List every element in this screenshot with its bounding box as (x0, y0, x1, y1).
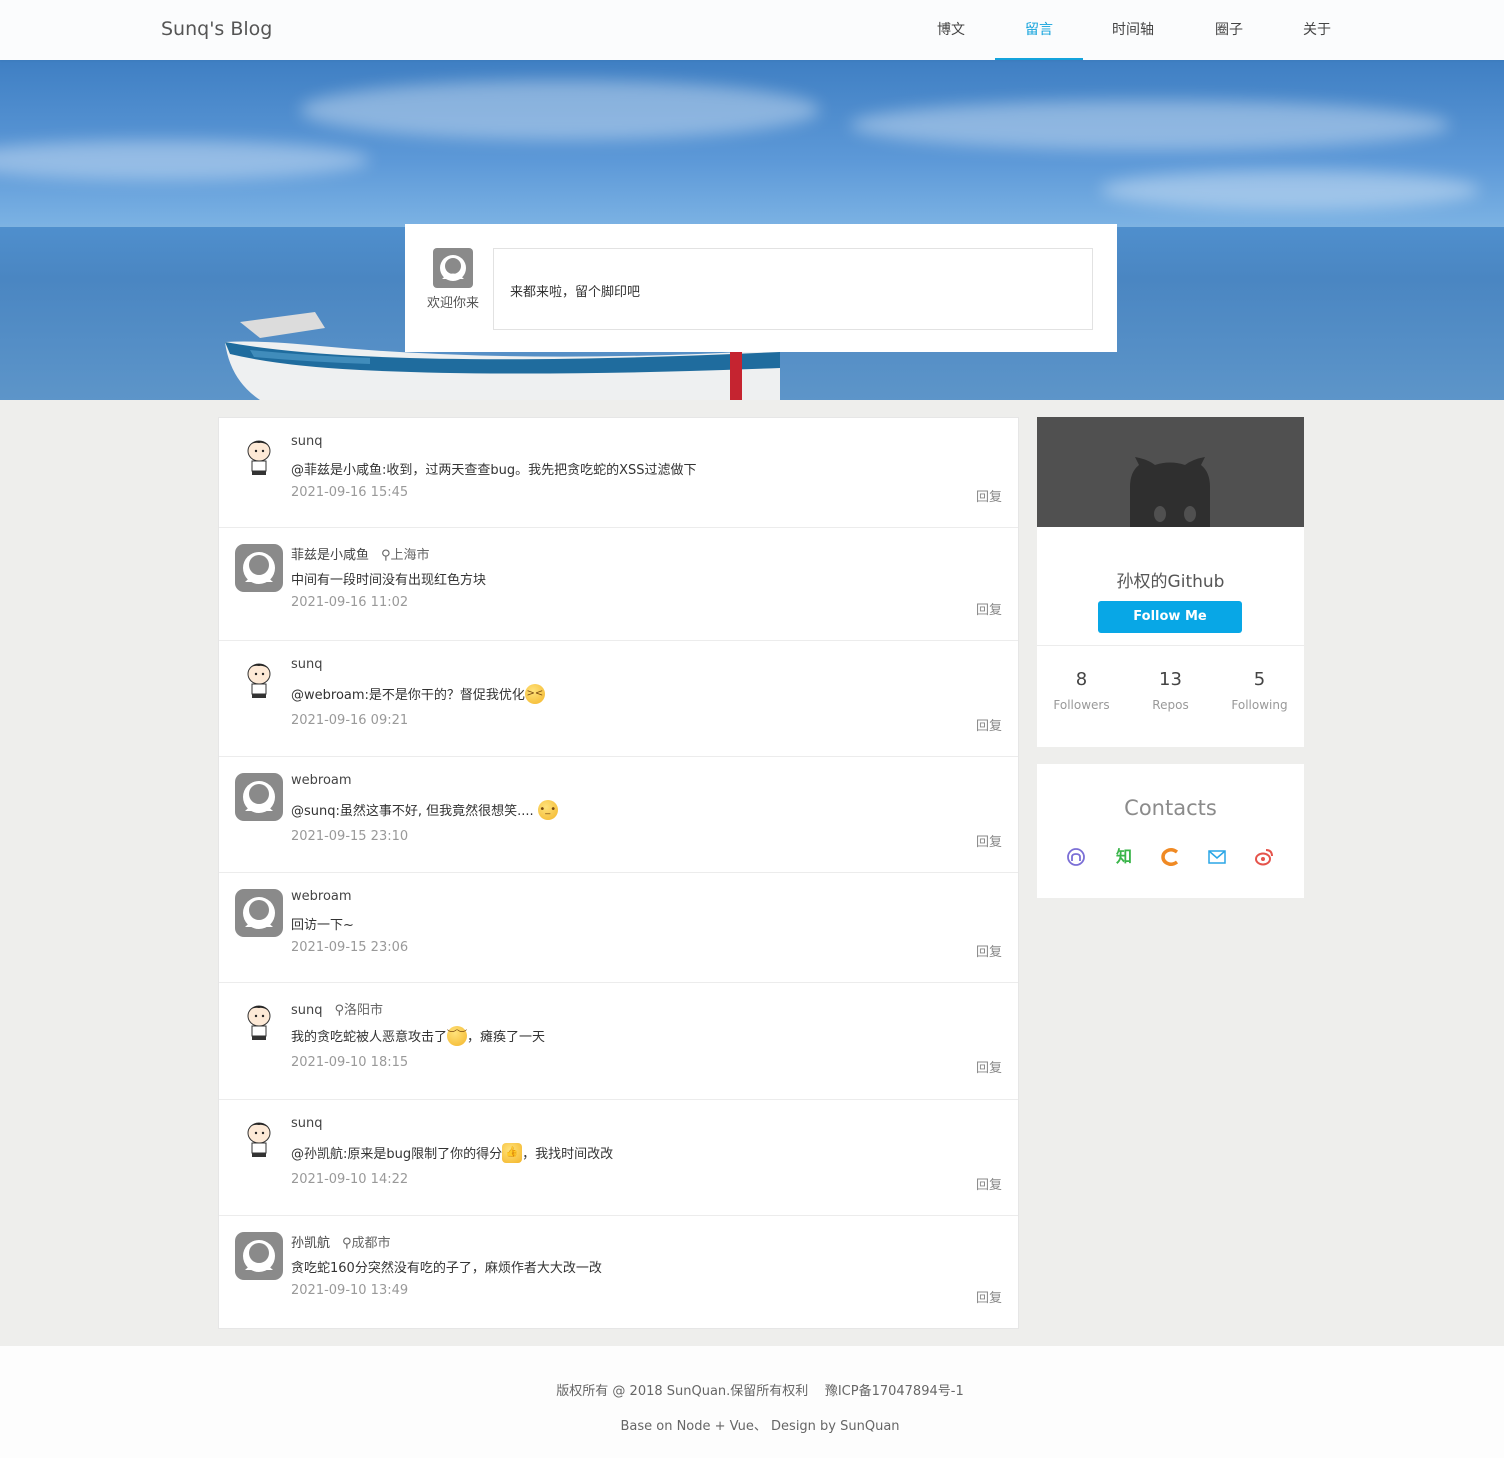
location-pin-icon: ⚲ (334, 1003, 345, 1018)
credit-text: Base on Node + Vue、 Design by SunQuan (620, 1419, 900, 1434)
page-footer: 版权所有 @ 2018 SunQuan.保留所有权利 豫ICP备17047894… (0, 1346, 1504, 1458)
default-avatar (235, 544, 283, 592)
relieved-emoji: ︶︶ (447, 1026, 468, 1046)
stat-label: Followers (1053, 698, 1110, 712)
comment-item: 孙凯航 ⚲成都市 贪吃蛇160分突然没有吃的子了，麻烦作者大大改一改 2021-0… (219, 1216, 1018, 1328)
nav-item-posts[interactable]: 博文 (922, 0, 980, 60)
stat-repos[interactable]: 13 Repos (1126, 669, 1215, 712)
thumbs-up-emoji: 👍 (502, 1143, 523, 1163)
nav-item-guestbook[interactable]: 留言 (995, 0, 1083, 60)
comment-item: 菲兹是小咸鱼 ⚲上海市 中间有一段时间没有出现红色方块 2021-09-16 11… (219, 528, 1018, 641)
comment-item: webroam @sunq:虽然这事不好, 但我竟然很想笑.... •_• 20… (219, 757, 1018, 873)
stat-label: Following (1231, 698, 1288, 712)
location-tag: ⚲成都市 (342, 1236, 391, 1251)
reply-button[interactable]: 回复 (976, 715, 1002, 734)
comment-time: 2021-09-10 13:49 (291, 1283, 409, 1298)
default-avatar (433, 248, 473, 288)
stat-followers[interactable]: 8 Followers (1037, 669, 1126, 712)
cartoon-avatar (247, 440, 271, 475)
comment-author[interactable]: sunq (291, 434, 323, 449)
github-banner (1037, 417, 1304, 527)
csdn-icon[interactable] (1159, 846, 1181, 868)
reply-button[interactable]: 回复 (976, 941, 1002, 960)
stat-following[interactable]: 5 Following (1215, 669, 1304, 712)
cartoon-avatar (247, 1005, 271, 1040)
comment-text: @孙凯航:原来是bug限制了你的得分 👍 ，我找时间改改 (291, 1143, 613, 1163)
comment-item: sunq @孙凯航:原来是bug限制了你的得分 👍 ，我找时间改改 2021-09-… (219, 1100, 1018, 1216)
site-brand[interactable]: Sunq's Blog (161, 18, 272, 40)
reply-button[interactable]: 回复 (976, 1287, 1002, 1306)
comment-author[interactable]: sunq (291, 657, 323, 672)
cloud-shape (300, 80, 820, 140)
follow-me-button[interactable]: Follow Me (1098, 601, 1242, 633)
shocked-emoji: >< (524, 684, 545, 704)
stat-value: 8 (1075, 669, 1088, 690)
comment-text: 中间有一段时间没有出现红色方块 (291, 573, 487, 588)
nav-item-circle[interactable]: 圈子 (1200, 0, 1258, 60)
stat-label: Repos (1152, 698, 1189, 712)
cartoon-avatar (247, 663, 271, 698)
comment-time: 2021-09-15 23:10 (291, 829, 409, 844)
comment-input[interactable]: 来都来啦，留个脚印吧 (493, 248, 1093, 330)
comment-text: 回访一下~ (291, 918, 354, 933)
comment-time: 2021-09-15 23:06 (291, 940, 409, 955)
comment-item: sunq @webroam:是不是你干的？督促我优化 >< 2021-09-16 … (219, 641, 1018, 757)
comment-author[interactable]: webroam (291, 773, 352, 788)
reply-button[interactable]: 回复 (976, 1057, 1002, 1076)
stat-value: 5 (1253, 669, 1266, 690)
stat-value: 13 (1159, 669, 1182, 690)
octocat-icon (1130, 457, 1210, 527)
comment-time: 2021-09-16 11:02 (291, 595, 409, 610)
github-title: 孙权的Github (1116, 572, 1225, 592)
comment-text: 贪吃蛇160分突然没有吃的子了，麻烦作者大大改一改 (291, 1261, 602, 1276)
default-avatar (235, 889, 283, 937)
comment-list: sunq @菲兹是小咸鱼:收到，过两天查查bug。我先把贪吃蛇的XSS过滤做下 … (218, 417, 1019, 1329)
comment-text: @sunq:虽然这事不好, 但我竟然很想笑.... •_• (291, 800, 558, 820)
comment-author[interactable]: sunq (291, 1116, 323, 1131)
comment-composer: 欢迎你来 来都来啦，留个脚印吧 (405, 224, 1117, 352)
default-avatar (235, 773, 283, 821)
comment-author[interactable]: 菲兹是小咸鱼 ⚲上海市 (291, 544, 430, 563)
cloud-shape (0, 140, 370, 180)
comment-item: sunq @菲兹是小咸鱼:收到，过两天查查bug。我先把贪吃蛇的XSS过滤做下 … (219, 418, 1018, 528)
reply-button[interactable]: 回复 (976, 831, 1002, 850)
location-tag: ⚲上海市 (381, 548, 430, 563)
reply-button[interactable]: 回复 (976, 486, 1002, 505)
location-pin-icon: ⚲ (342, 1236, 352, 1251)
comment-time: 2021-09-16 09:21 (291, 713, 409, 728)
location-pin-icon: ⚲ (381, 548, 391, 563)
divider (1037, 645, 1304, 646)
comment-item: webroam 回访一下~ 2021-09-15 23:06 回复 (219, 873, 1018, 983)
comment-author[interactable]: 孙凯航 ⚲成都市 (291, 1232, 391, 1251)
reply-button[interactable]: 回复 (976, 1174, 1002, 1193)
comment-author[interactable]: sunq ⚲洛阳市 (291, 999, 383, 1018)
comment-time: 2021-09-10 14:22 (291, 1172, 409, 1187)
comment-time: 2021-09-16 15:45 (291, 485, 409, 500)
comment-text: 我的贪吃蛇被人恶意攻击了 ︶︶ ，瘫痪了一天 (291, 1026, 545, 1046)
comment-author[interactable]: webroam (291, 889, 352, 904)
top-navbar: Sunq's Blog 博文 留言 时间轴 圈子 关于 (0, 0, 1504, 60)
copyright-text: 版权所有 @ 2018 SunQuan.保留所有权利 豫ICP备17047894… (556, 1384, 964, 1399)
contacts-card: Contacts 知 (1037, 764, 1304, 898)
cartoon-avatar (247, 1122, 271, 1157)
nav-item-about[interactable]: 关于 (1288, 0, 1346, 60)
comment-time: 2021-09-10 18:15 (291, 1055, 409, 1070)
default-avatar (235, 1232, 283, 1280)
nav-item-timeline[interactable]: 时间轴 (1098, 0, 1168, 60)
github-icon[interactable] (1065, 846, 1087, 868)
reply-button[interactable]: 回复 (976, 599, 1002, 618)
cloud-shape (850, 100, 1450, 150)
mail-icon[interactable] (1206, 846, 1228, 868)
zhihu-icon[interactable]: 知 (1113, 846, 1135, 868)
contacts-title: Contacts (1124, 796, 1217, 820)
comment-text: @webroam:是不是你干的？督促我优化 >< (291, 684, 545, 704)
welcome-label: 欢迎你来 (427, 296, 480, 311)
thinking-emoji: •_• (537, 800, 558, 820)
comment-text: @菲兹是小咸鱼:收到，过两天查查bug。我先把贪吃蛇的XSS过滤做下 (291, 463, 697, 478)
location-tag: ⚲洛阳市 (334, 1003, 384, 1018)
weibo-icon[interactable] (1253, 846, 1275, 868)
comment-item: sunq ⚲洛阳市 我的贪吃蛇被人恶意攻击了 ︶︶ ，瘫痪了一天 2021-09-10… (219, 983, 1018, 1100)
github-card: 孙权的Github Follow Me 8 Followers 13 Repos… (1037, 417, 1304, 747)
cloud-shape (1100, 170, 1480, 210)
